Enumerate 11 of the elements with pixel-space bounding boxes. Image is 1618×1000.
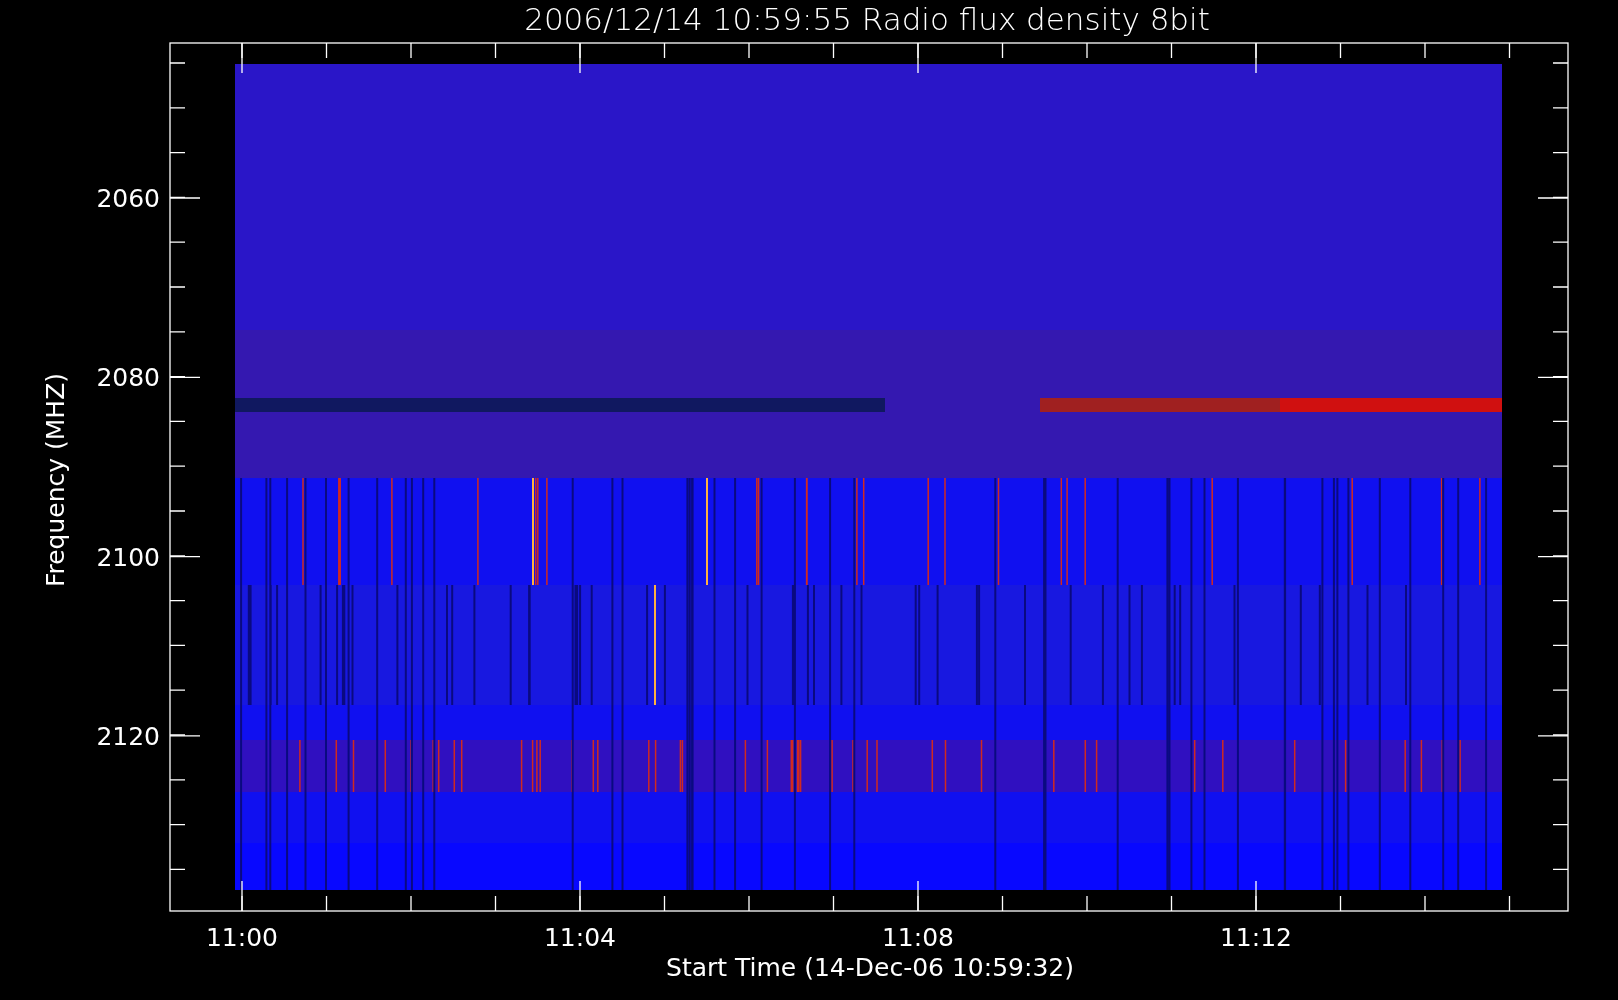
tick-label: 2060 bbox=[96, 184, 160, 213]
axis-label: Start Time (14-Dec-06 10:59:32) bbox=[666, 953, 1074, 982]
chart-title: 2006/12/14 10:59:55 Radio flux density 8bit bbox=[524, 1, 1210, 37]
tick-label: 2080 bbox=[96, 363, 160, 393]
axis-label: Frequency (MHZ) bbox=[41, 372, 70, 588]
tick-label: 2120 bbox=[96, 721, 160, 751]
tick-label: 11:08 bbox=[882, 923, 954, 952]
tick-label: 11:00 bbox=[206, 923, 278, 952]
tick-label: 11:12 bbox=[1220, 923, 1292, 952]
tick-label: 2100 bbox=[96, 542, 160, 572]
tick-label: 11:04 bbox=[544, 923, 616, 952]
